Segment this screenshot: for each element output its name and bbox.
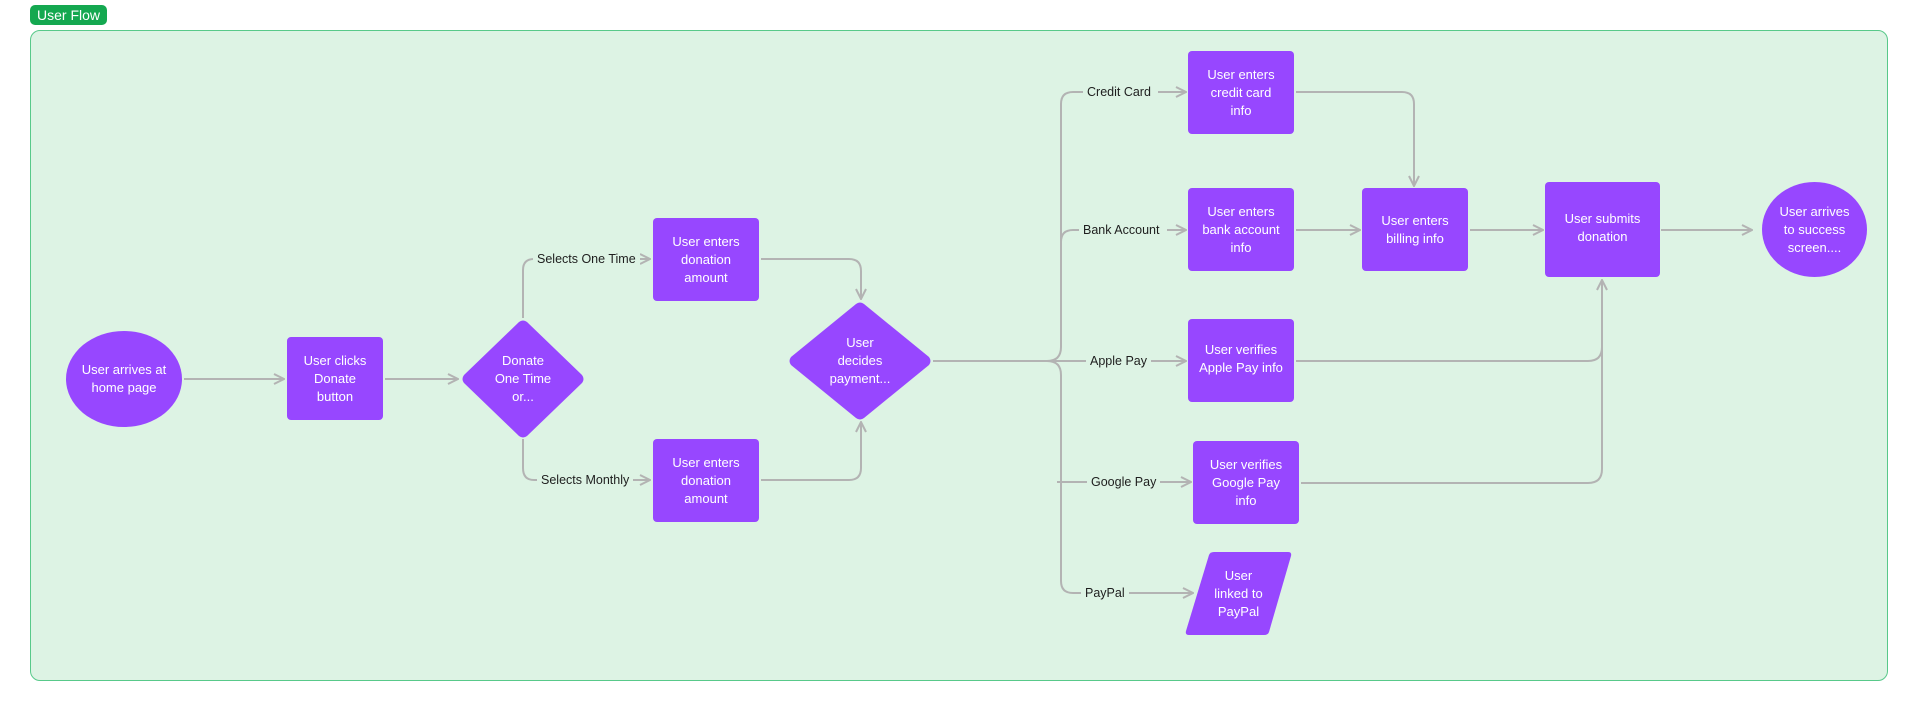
edge-label-credit-card: Credit Card — [1083, 84, 1155, 100]
amount-monthly-node[interactable]: User enters donation amount — [653, 439, 759, 522]
connector-onetime-amount-to-payment — [761, 258, 861, 299]
bank-account-node[interactable]: User enters bank account info — [1188, 188, 1294, 271]
connector-apple-to-submit — [1296, 280, 1602, 362]
decide-frequency-node[interactable]: Donate One Time or... — [460, 319, 586, 439]
edge-label-monthly: Selects Monthly — [537, 472, 634, 488]
edge-label-apple-pay: Apple Pay — [1086, 353, 1151, 369]
edge-label-bank-account: Bank Account — [1079, 222, 1164, 238]
connector-cc-to-billing — [1296, 91, 1414, 186]
paypal-node[interactable]: User linked to PayPal — [1185, 552, 1292, 635]
decide-payment-node-text: User decides payment... — [829, 335, 891, 386]
decide-frequency-node-text: Donate One Time or... — [494, 353, 552, 404]
bank-account-node-text: User enters bank account info — [1202, 203, 1280, 255]
paypal-node-text: User linked to PayPal — [1214, 567, 1263, 619]
connector-one-time — [522, 259, 650, 318]
decide-payment-node[interactable]: User decides payment... — [787, 301, 933, 421]
start-node-text: User arrives at home page — [81, 362, 167, 395]
credit-card-node-text: User enters credit card info — [1207, 66, 1275, 118]
edge-label-google-pay: Google Pay — [1087, 474, 1161, 490]
amount-monthly-node-text: User enters donation amount — [672, 454, 740, 506]
submit-node-text: User submits donation — [1564, 211, 1641, 244]
google-pay-node-text: User verifies Google Pay info — [1209, 456, 1283, 508]
credit-card-node[interactable]: User enters credit card info — [1188, 51, 1294, 134]
start-node[interactable]: User arrives at home page — [66, 331, 182, 427]
success-node-text: User arrives to success screen.... — [1779, 203, 1850, 255]
success-node[interactable]: User arrives to success screen.... — [1762, 182, 1867, 277]
google-pay-node[interactable]: User verifies Google Pay info — [1193, 441, 1299, 524]
click-donate-node-text: User clicks Donate button — [303, 352, 367, 404]
edge-label-paypal: PayPal — [1081, 585, 1129, 601]
submit-node[interactable]: User submits donation — [1545, 182, 1660, 277]
click-donate-node[interactable]: User clicks Donate button — [287, 337, 383, 420]
billing-node[interactable]: User enters billing info — [1362, 188, 1468, 271]
amount-one-time-node-text: User enters donation amount — [672, 233, 740, 285]
billing-node-text: User enters billing info — [1381, 212, 1449, 246]
edge-label-one-time: Selects One Time — [533, 251, 640, 267]
apple-pay-node[interactable]: User verifies Apple Pay info — [1188, 319, 1294, 402]
amount-one-time-node[interactable]: User enters donation amount — [653, 218, 759, 301]
connector-branch-down — [1046, 360, 1085, 594]
apple-pay-node-text: User verifies Apple Pay info — [1199, 342, 1283, 375]
connector-monthly-amount-to-payment — [761, 422, 861, 481]
